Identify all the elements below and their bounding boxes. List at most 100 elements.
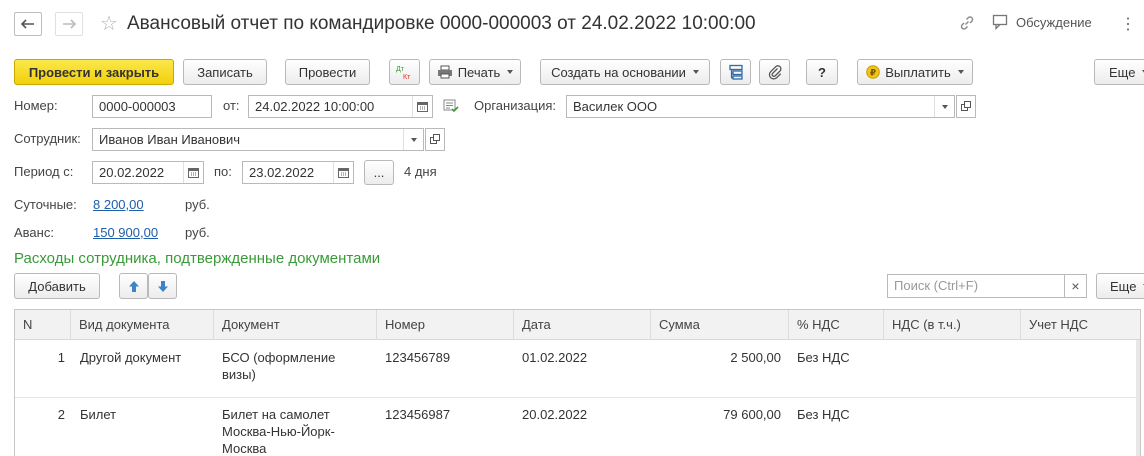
column-header-n[interactable]: N [15,310,71,340]
row-document-line: Билет на самолет [222,407,330,422]
dropdown-arrow-icon[interactable] [934,96,954,117]
date-value: 24.02.2022 10:00:00 [255,99,375,114]
period-to-value: 23.02.2022 [249,165,315,180]
back-button[interactable] [14,12,42,36]
more-button[interactable]: Еще [1094,59,1144,85]
column-header-vat[interactable]: НДС (в т.ч.) [884,310,1021,340]
more-menu-icon[interactable]: ⋮ [1120,14,1136,34]
discussion-button[interactable]: Обсуждение [992,14,1092,30]
row-number: 1 [57,350,65,365]
chevron-down-icon [692,70,699,74]
pay-button[interactable]: ₽ Выплатить [857,59,973,85]
employee-field[interactable]: Иванов Иван Иванович [92,128,424,151]
row-sum: 79 600,00 [723,407,781,422]
create-based-on-button[interactable]: Создать на основании [540,59,710,85]
row-doc-type: Другой документ [80,350,182,365]
row-document-line: визы) [222,367,256,382]
period-from-field[interactable]: 20.02.2022 [92,161,204,184]
link-button[interactable] [958,14,976,32]
row-doc-type: Билет [80,407,117,422]
table-row[interactable]: 1 Другой документ БСО (оформление визы) … [15,341,1140,398]
print-button[interactable]: Печать [429,59,521,85]
row-document: Билет на самолет Москва-Нью-Йорк- Москва [222,406,335,456]
link-icon [960,16,974,30]
row-date: 20.02.2022 [522,407,588,422]
calendar-icon[interactable] [412,96,432,117]
add-button[interactable]: Добавить [14,273,100,299]
print-label: Печать [457,64,501,80]
table-more-button[interactable]: Еще [1096,273,1144,299]
organization-value: Василек ООО [573,99,658,114]
per-diem-currency: руб. [185,197,210,212]
dropdown-arrow-icon[interactable] [403,129,423,150]
post-button[interactable]: Провести [285,59,370,85]
date-from-label: от: [223,98,240,113]
column-header-number[interactable]: Номер [377,310,514,340]
per-diem-link[interactable]: 8 200,00 [93,195,144,215]
column-header-doc-type[interactable]: Вид документа [71,310,214,340]
per-diem-label: Суточные: [14,197,77,212]
column-header-vat-account[interactable]: Учет НДС [1021,310,1140,340]
row-doc-number: 123456789 [385,350,451,365]
open-icon [960,101,971,111]
document-status-icon[interactable] [443,99,459,116]
column-header-document[interactable]: Документ [214,310,377,340]
help-button[interactable]: ? [806,59,838,85]
page-title: Авансовый отчет по командировке 0000-000… [127,13,756,34]
period-from-value: 20.02.2022 [99,165,165,180]
organization-field[interactable]: Василек ООО [566,95,955,118]
period-to-label: по: [214,164,232,179]
row-sum: 2 500,00 [730,350,781,365]
clear-search-button[interactable]: × [1064,274,1087,298]
row-document: БСО (оформление визы) [222,349,335,383]
create-based-on-label: Создать на основании [551,64,686,80]
save-button[interactable]: Записать [183,59,267,85]
table-header: N Вид документа Документ Номер Дата Сумм… [15,310,1140,340]
chevron-down-icon [957,70,964,74]
structure-button[interactable] [720,59,751,85]
dtkt-button[interactable]: Дт Кт [389,59,420,85]
svg-text:₽: ₽ [870,69,876,79]
period-to-field[interactable]: 23.02.2022 [242,161,354,184]
favorite-star-icon[interactable]: ☆ [100,12,118,36]
number-field[interactable]: 0000-000003 [92,95,212,118]
svg-text:Кт: Кт [403,74,411,81]
table-more-label: Еще [1110,278,1137,294]
column-header-date[interactable]: Дата [514,310,651,340]
ruble-coin-icon: ₽ [866,65,881,79]
column-header-vat-rate[interactable]: % НДС [789,310,884,340]
more-label: Еще [1109,64,1136,80]
attach-button[interactable] [759,59,790,85]
days-count: 4 дня [404,164,437,179]
chevron-down-icon [507,70,514,74]
advance-label: Аванс: [14,225,54,240]
row-number: 2 [57,407,65,422]
period-select-button[interactable]: ... [364,160,394,185]
search-input[interactable]: Поиск (Ctrl+F) [887,274,1065,298]
section-title: Расходы сотрудника, подтвержденные докум… [14,250,381,267]
calendar-icon[interactable] [183,162,203,183]
advance-currency: руб. [185,225,210,240]
row-document-line: БСО (оформление [222,350,336,365]
forward-button[interactable] [55,12,83,36]
table-row[interactable]: 2 Билет Билет на самолет Москва-Нью-Йорк… [15,398,1140,456]
move-down-button[interactable] [148,273,177,299]
row-doc-number: 123456987 [385,407,451,422]
svg-text:Дт: Дт [396,66,405,73]
date-field[interactable]: 24.02.2022 10:00:00 [248,95,433,118]
post-and-close-button[interactable]: Провести и закрыть [14,59,174,85]
calendar-icon[interactable] [333,162,353,183]
hierarchy-icon [728,64,743,80]
open-organization-button[interactable] [956,95,976,118]
move-up-button[interactable] [119,273,148,299]
period-from-label: Период с: [14,164,74,179]
open-employee-button[interactable] [425,128,445,151]
column-header-sum[interactable]: Сумма [651,310,789,340]
discussion-label: Обсуждение [1016,14,1092,30]
advance-link[interactable]: 150 900,00 [93,223,158,243]
table-scrollbar[interactable] [1136,340,1140,456]
row-vat-rate: Без НДС [797,407,850,422]
dtkt-icon: Дт Кт [396,66,411,81]
row-vat-rate: Без НДС [797,350,850,365]
row-document-line: Москва-Нью-Йорк- [222,424,335,439]
